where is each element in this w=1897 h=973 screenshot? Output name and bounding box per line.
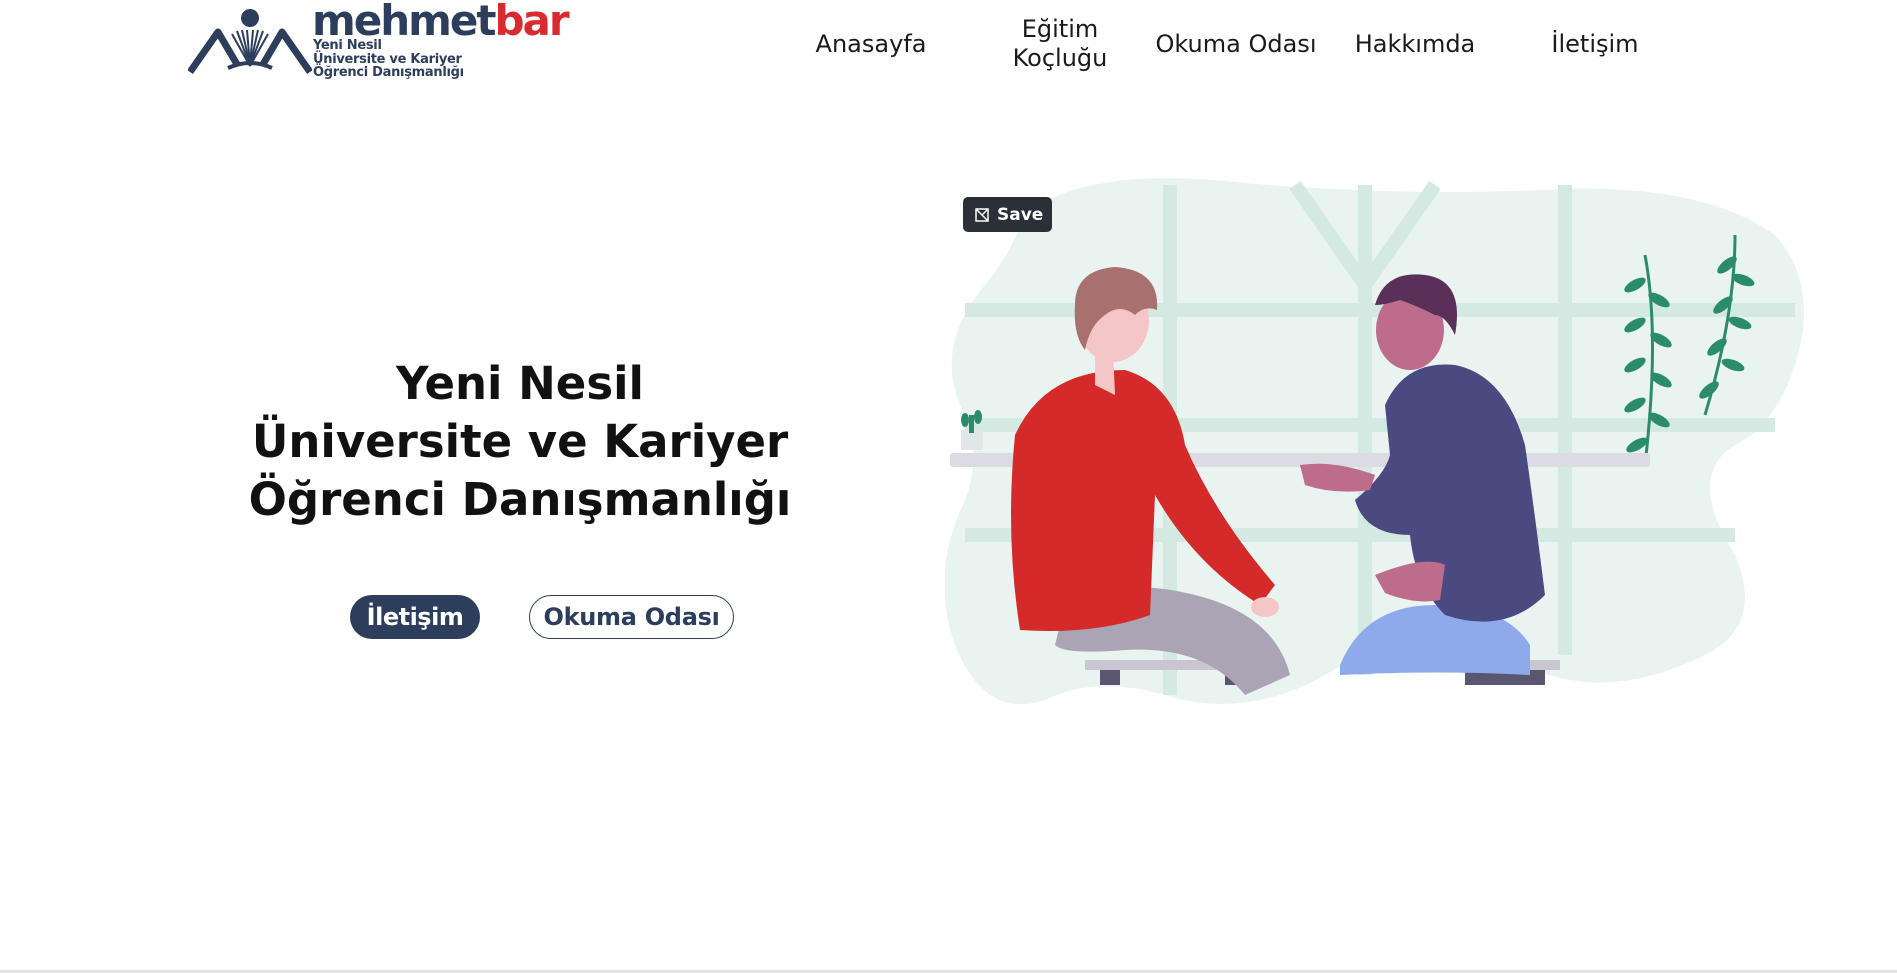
pinterest-save-icon	[975, 207, 989, 222]
nav-item-hakkimda[interactable]: Hakkımda	[1340, 0, 1490, 88]
hero-title-line: Üniversite ve Kariyer	[251, 415, 789, 468]
hero-title: Yeni Nesil Üniversite ve Kariyer Öğrenci…	[205, 355, 835, 529]
hero-title-line: Öğrenci Danışmanlığı	[248, 473, 792, 526]
hero-illustration	[945, 178, 1804, 705]
logo-tagline-line: Öğrenci Danışmanlığı	[313, 65, 464, 80]
logo-tagline: Yeni Nesil Üniversite ve Kariyer Öğrenci…	[313, 39, 464, 80]
site-logo[interactable]: mehmetbar Yeni Nesil Üniversite ve Kariy…	[188, 0, 570, 84]
nav-item-anasayfa[interactable]: Anasayfa	[800, 0, 942, 88]
nav-item-egitim-koclugu[interactable]: Eğitim Koçluğu	[985, 0, 1135, 88]
nav-item-iletisim[interactable]: İletişim	[1525, 0, 1665, 88]
hero-title-line: Yeni Nesil	[396, 357, 644, 410]
main-nav: Anasayfa Eğitim Koçluğu Okuma Odası Hakk…	[765, 0, 1665, 88]
contact-button[interactable]: İletişim	[350, 595, 480, 639]
nav-item-okuma-odasi[interactable]: Okuma Odası	[1141, 0, 1331, 88]
reading-room-button[interactable]: Okuma Odası	[529, 595, 734, 639]
small-cactus	[961, 410, 983, 450]
save-overlay-button[interactable]: Save	[963, 197, 1052, 232]
logo-tagline-line: Üniversite ve Kariyer	[313, 51, 462, 67]
page: mehmetbar Yeni Nesil Üniversite ve Kariy…	[0, 0, 1897, 973]
save-label: Save	[997, 204, 1044, 225]
logo-tagline-line: Yeni Nesil	[313, 38, 382, 53]
open-book-logo-icon	[188, 9, 312, 75]
